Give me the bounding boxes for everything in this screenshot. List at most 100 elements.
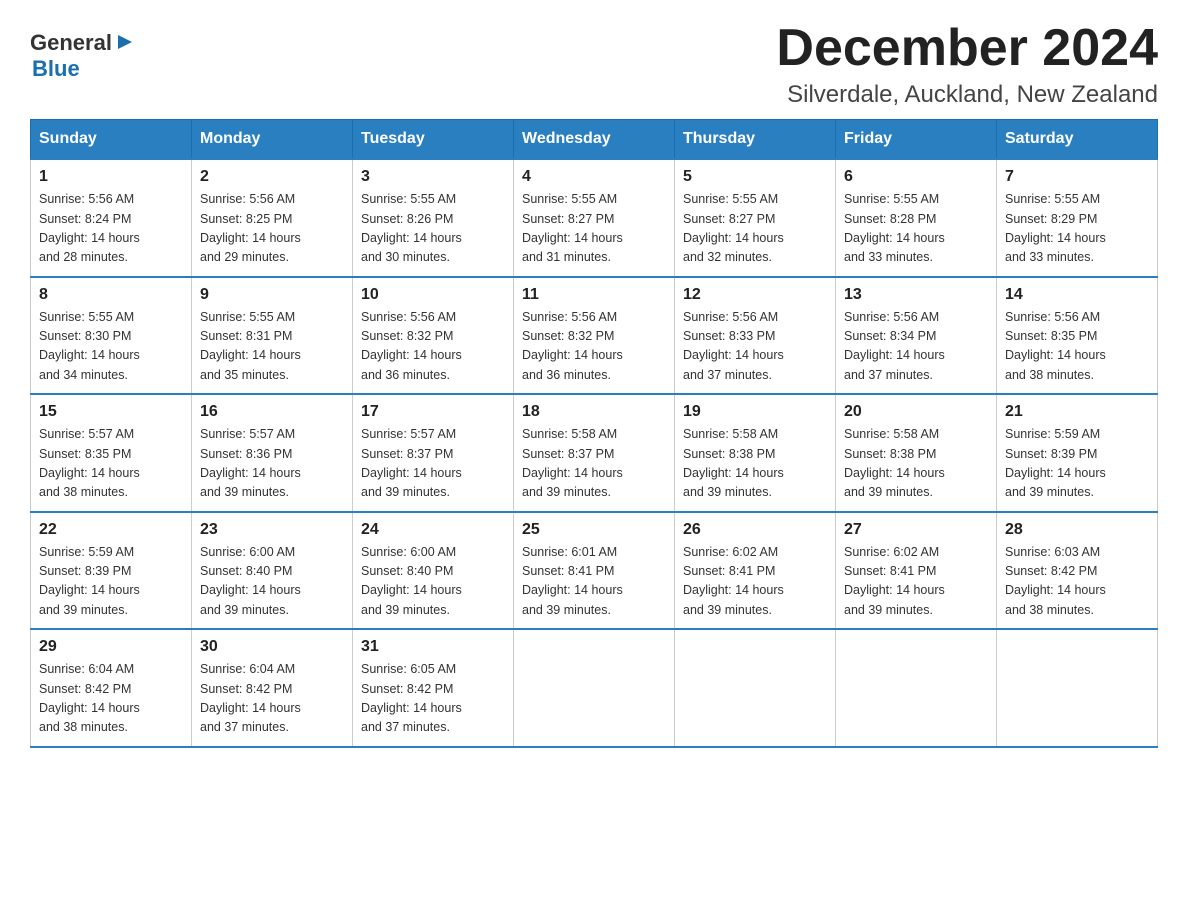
calendar-cell: 31 Sunrise: 6:05 AMSunset: 8:42 PMDayligh… [353, 629, 514, 747]
col-header-monday: Monday [192, 120, 353, 160]
col-header-saturday: Saturday [997, 120, 1158, 160]
col-header-friday: Friday [836, 120, 997, 160]
day-number: 2 [200, 168, 344, 186]
day-info: Sunrise: 5:57 AMSunset: 8:35 PMDaylight:… [39, 425, 183, 503]
day-info: Sunrise: 6:01 AMSunset: 8:41 PMDaylight:… [522, 543, 666, 621]
calendar-cell: 29 Sunrise: 6:04 AMSunset: 8:42 PMDayligh… [31, 629, 192, 747]
day-info: Sunrise: 5:57 AMSunset: 8:36 PMDaylight:… [200, 425, 344, 503]
day-info: Sunrise: 6:02 AMSunset: 8:41 PMDaylight:… [683, 543, 827, 621]
day-info: Sunrise: 5:56 AMSunset: 8:24 PMDaylight:… [39, 190, 183, 268]
day-number: 20 [844, 403, 988, 421]
col-header-wednesday: Wednesday [514, 120, 675, 160]
week-row-1: 1 Sunrise: 5:56 AMSunset: 8:24 PMDaylight… [31, 159, 1158, 277]
day-number: 4 [522, 168, 666, 186]
day-number: 23 [200, 521, 344, 539]
logo-text-general: General [30, 30, 112, 56]
calendar-cell: 5Sunrise: 5:55 AMSunset: 8:27 PMDaylight… [675, 159, 836, 277]
day-info: Sunrise: 6:04 AMSunset: 8:42 PMDaylight:… [39, 660, 183, 738]
day-number: 11 [522, 286, 666, 304]
day-number: 21 [1005, 403, 1149, 421]
day-info: Sunrise: 5:59 AMSunset: 8:39 PMDaylight:… [39, 543, 183, 621]
day-number: 30 [200, 638, 344, 656]
calendar-cell: 25Sunrise: 6:01 AMSunset: 8:41 PMDayligh… [514, 512, 675, 630]
calendar-cell: 21 Sunrise: 5:59 AMSunset: 8:39 PMDayligh… [997, 394, 1158, 512]
calendar-cell: 15 Sunrise: 5:57 AMSunset: 8:35 PMDayligh… [31, 394, 192, 512]
calendar-cell: 23Sunrise: 6:00 AMSunset: 8:40 PMDayligh… [192, 512, 353, 630]
calendar-cell: 27 Sunrise: 6:02 AMSunset: 8:41 PMDayligh… [836, 512, 997, 630]
day-info: Sunrise: 5:56 AMSunset: 8:33 PMDaylight:… [683, 308, 827, 386]
day-info: Sunrise: 5:55 AMSunset: 8:31 PMDaylight:… [200, 308, 344, 386]
calendar-cell: 14 Sunrise: 5:56 AMSunset: 8:35 PMDayligh… [997, 277, 1158, 395]
logo-text-blue: Blue [32, 56, 80, 82]
day-number: 17 [361, 403, 505, 421]
day-info: Sunrise: 6:02 AMSunset: 8:41 PMDaylight:… [844, 543, 988, 621]
calendar-cell: 2Sunrise: 5:56 AMSunset: 8:25 PMDaylight… [192, 159, 353, 277]
day-number: 8 [39, 286, 183, 304]
day-info: Sunrise: 6:00 AMSunset: 8:40 PMDaylight:… [361, 543, 505, 621]
day-number: 31 [361, 638, 505, 656]
day-number: 24 [361, 521, 505, 539]
calendar-cell: 13 Sunrise: 5:56 AMSunset: 8:34 PMDayligh… [836, 277, 997, 395]
day-info: Sunrise: 5:55 AMSunset: 8:27 PMDaylight:… [683, 190, 827, 268]
week-row-5: 29 Sunrise: 6:04 AMSunset: 8:42 PMDayligh… [31, 629, 1158, 747]
calendar-cell: 17 Sunrise: 5:57 AMSunset: 8:37 PMDayligh… [353, 394, 514, 512]
day-number: 26 [683, 521, 827, 539]
day-number: 14 [1005, 286, 1149, 304]
day-info: Sunrise: 6:04 AMSunset: 8:42 PMDaylight:… [200, 660, 344, 738]
calendar-cell [675, 629, 836, 747]
calendar-cell: 7Sunrise: 5:55 AMSunset: 8:29 PMDaylight… [997, 159, 1158, 277]
page-header: General Blue December 2024 Silverdale, A… [30, 20, 1158, 109]
week-row-2: 8 Sunrise: 5:55 AMSunset: 8:30 PMDaylight… [31, 277, 1158, 395]
calendar-cell: 28Sunrise: 6:03 AMSunset: 8:42 PMDayligh… [997, 512, 1158, 630]
day-info: Sunrise: 5:57 AMSunset: 8:37 PMDaylight:… [361, 425, 505, 503]
day-info: Sunrise: 5:56 AMSunset: 8:35 PMDaylight:… [1005, 308, 1149, 386]
day-info: Sunrise: 5:55 AMSunset: 8:27 PMDaylight:… [522, 190, 666, 268]
day-number: 16 [200, 403, 344, 421]
day-number: 3 [361, 168, 505, 186]
calendar-cell [514, 629, 675, 747]
day-info: Sunrise: 6:03 AMSunset: 8:42 PMDaylight:… [1005, 543, 1149, 621]
week-row-3: 15 Sunrise: 5:57 AMSunset: 8:35 PMDayligh… [31, 394, 1158, 512]
day-info: Sunrise: 5:58 AMSunset: 8:37 PMDaylight:… [522, 425, 666, 503]
day-info: Sunrise: 5:55 AMSunset: 8:28 PMDaylight:… [844, 190, 988, 268]
day-info: Sunrise: 6:05 AMSunset: 8:42 PMDaylight:… [361, 660, 505, 738]
day-number: 9 [200, 286, 344, 304]
calendar-cell: 19 Sunrise: 5:58 AMSunset: 8:38 PMDayligh… [675, 394, 836, 512]
day-info: Sunrise: 5:56 AMSunset: 8:32 PMDaylight:… [522, 308, 666, 386]
calendar-cell: 12 Sunrise: 5:56 AMSunset: 8:33 PMDayligh… [675, 277, 836, 395]
day-info: Sunrise: 5:59 AMSunset: 8:39 PMDaylight:… [1005, 425, 1149, 503]
day-number: 12 [683, 286, 827, 304]
day-number: 6 [844, 168, 988, 186]
day-number: 13 [844, 286, 988, 304]
calendar-cell: 10Sunrise: 5:56 AMSunset: 8:32 PMDayligh… [353, 277, 514, 395]
calendar-cell: 20 Sunrise: 5:58 AMSunset: 8:38 PMDayligh… [836, 394, 997, 512]
day-info: Sunrise: 5:55 AMSunset: 8:30 PMDaylight:… [39, 308, 183, 386]
day-number: 1 [39, 168, 183, 186]
logo-wordmark: General Blue [30, 30, 136, 82]
calendar-header-row: SundayMondayTuesdayWednesdayThursdayFrid… [31, 120, 1158, 160]
day-number: 19 [683, 403, 827, 421]
calendar-title: December 2024 [776, 20, 1158, 77]
logo: General Blue [30, 30, 136, 82]
day-number: 15 [39, 403, 183, 421]
calendar-cell: 30 Sunrise: 6:04 AMSunset: 8:42 PMDayligh… [192, 629, 353, 747]
day-number: 22 [39, 521, 183, 539]
calendar-subtitle: Silverdale, Auckland, New Zealand [776, 81, 1158, 109]
day-info: Sunrise: 5:56 AMSunset: 8:34 PMDaylight:… [844, 308, 988, 386]
day-info: Sunrise: 5:58 AMSunset: 8:38 PMDaylight:… [683, 425, 827, 503]
day-number: 29 [39, 638, 183, 656]
calendar-cell: 18 Sunrise: 5:58 AMSunset: 8:37 PMDayligh… [514, 394, 675, 512]
day-info: Sunrise: 5:58 AMSunset: 8:38 PMDaylight:… [844, 425, 988, 503]
calendar-cell [836, 629, 997, 747]
calendar-cell [997, 629, 1158, 747]
calendar-cell: 9 Sunrise: 5:55 AMSunset: 8:31 PMDaylight… [192, 277, 353, 395]
col-header-tuesday: Tuesday [353, 120, 514, 160]
calendar-cell: 24 Sunrise: 6:00 AMSunset: 8:40 PMDayligh… [353, 512, 514, 630]
calendar-cell: 16 Sunrise: 5:57 AMSunset: 8:36 PMDayligh… [192, 394, 353, 512]
calendar-table: SundayMondayTuesdayWednesdayThursdayFrid… [30, 119, 1158, 748]
logo-triangle-icon [114, 31, 136, 53]
day-info: Sunrise: 5:55 AMSunset: 8:26 PMDaylight:… [361, 190, 505, 268]
day-number: 27 [844, 521, 988, 539]
calendar-cell: 6 Sunrise: 5:55 AMSunset: 8:28 PMDaylight… [836, 159, 997, 277]
day-number: 18 [522, 403, 666, 421]
